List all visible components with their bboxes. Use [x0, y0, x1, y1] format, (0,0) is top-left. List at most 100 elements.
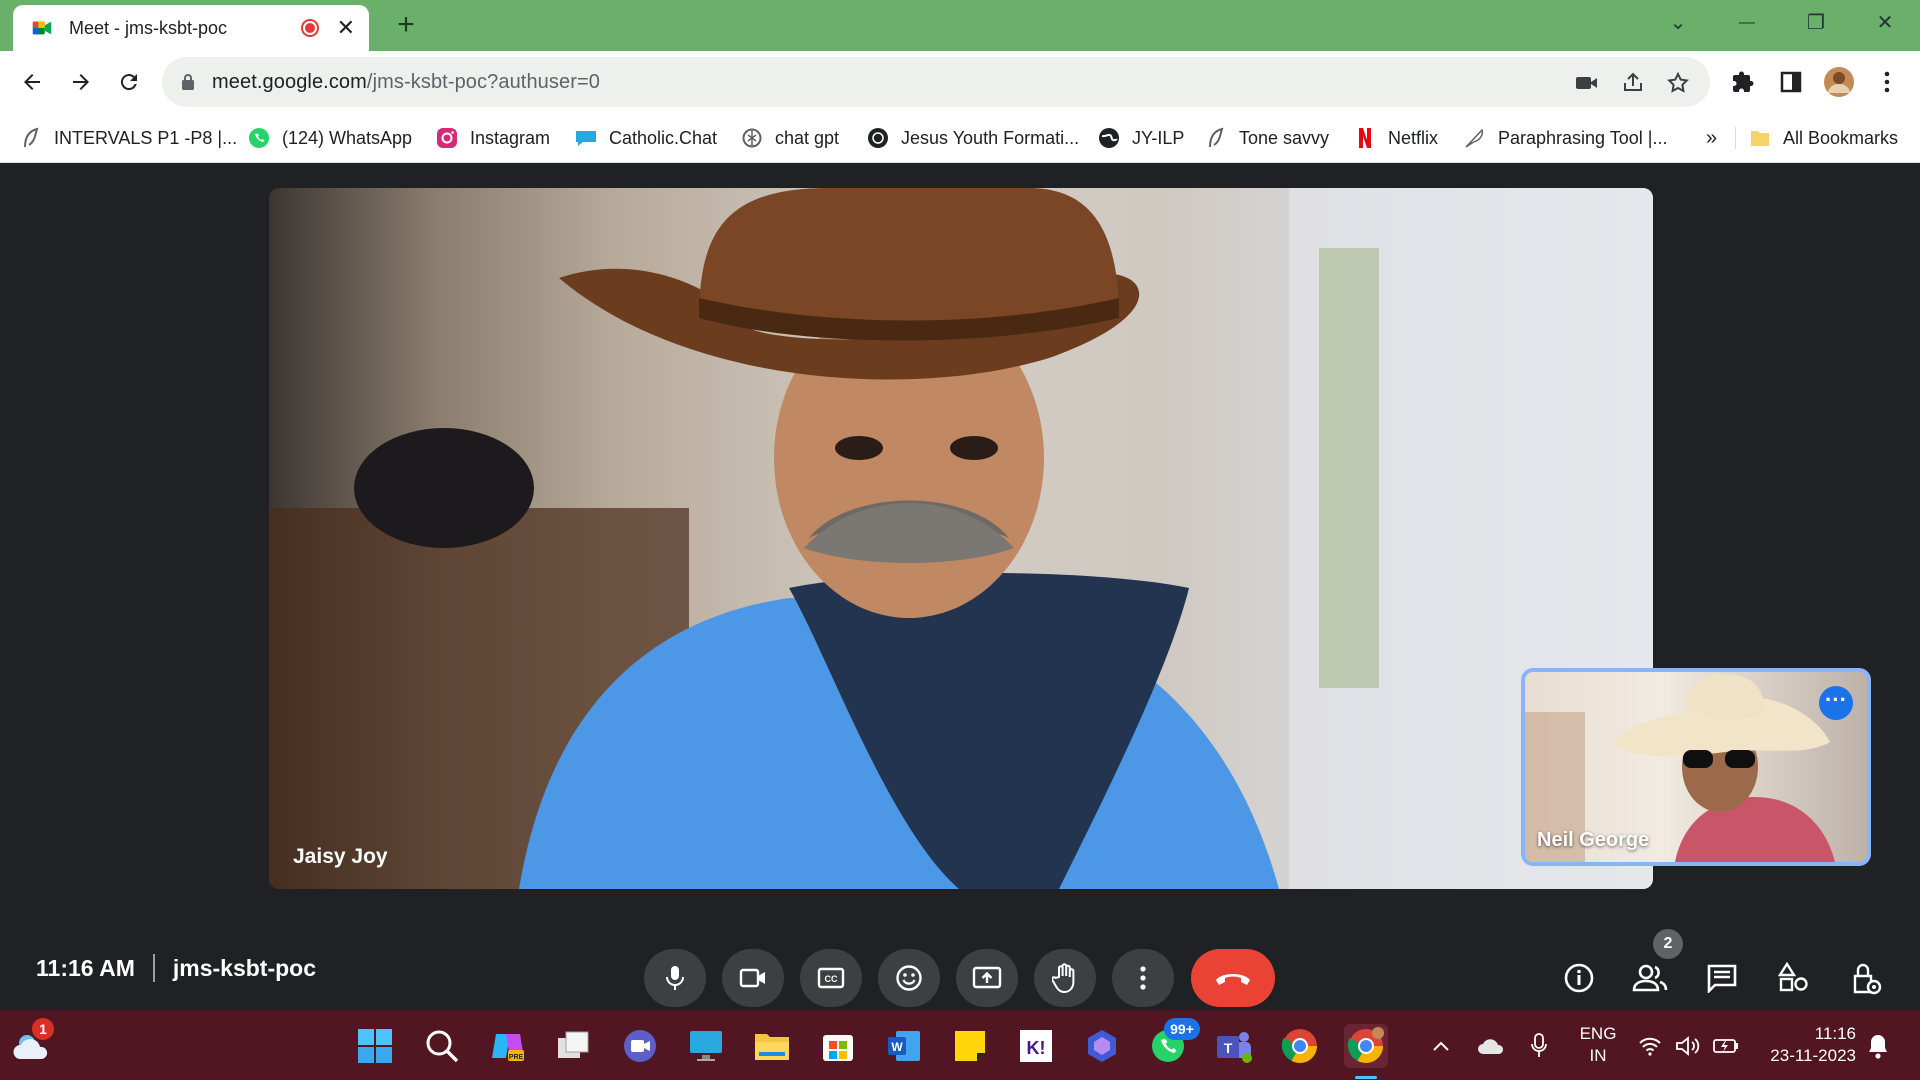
tab-close-button[interactable]: ✕ — [337, 17, 355, 39]
clock-date: 23-11-2023 — [1770, 1046, 1856, 1065]
main-video-tile[interactable]: Jaisy Joy — [269, 188, 1653, 889]
raise-hand-icon — [1052, 963, 1075, 993]
recording-icon — [300, 19, 319, 37]
chrome-profile-button[interactable] — [1278, 1024, 1322, 1068]
file-explorer-button[interactable] — [750, 1024, 794, 1068]
present-icon — [972, 966, 1002, 989]
restore-button[interactable]: ❐ — [1793, 8, 1839, 38]
bookmark-jy-ilp[interactable]: JY-ILP — [1098, 123, 1184, 153]
side-panel-button[interactable] — [1771, 62, 1811, 102]
new-tab-button[interactable]: + — [390, 9, 422, 41]
chat-button[interactable] — [1699, 955, 1745, 1001]
chrome-menu-button[interactable] — [1867, 62, 1907, 102]
present-button[interactable] — [956, 949, 1018, 1007]
reactions-button[interactable] — [878, 949, 940, 1007]
bookmark-instagram[interactable]: Instagram — [436, 123, 550, 153]
bookmarks-divider — [1735, 127, 1736, 149]
self-view-tile[interactable]: ··· Neil George — [1521, 668, 1871, 866]
bookmark-star-icon[interactable] — [1665, 70, 1691, 96]
meet-stage: Jaisy Joy ··· Neil George 11:16 AM jms-k… — [0, 163, 1920, 1010]
info-icon — [1564, 963, 1594, 993]
kahoot-button[interactable]: K! — [1014, 1024, 1058, 1068]
people-button[interactable] — [1627, 955, 1673, 1001]
activities-button[interactable] — [1771, 955, 1817, 1001]
show-hidden-icons-button[interactable] — [1420, 1024, 1462, 1068]
jesus-youth-icon — [867, 127, 889, 149]
tab-meet[interactable]: Meet - jms-ksbt-poc ✕ — [13, 5, 369, 51]
microsoft-store-button[interactable] — [816, 1024, 860, 1068]
more-options-icon[interactable]: ··· — [1819, 686, 1853, 720]
camera-permission-icon[interactable] — [1574, 70, 1600, 96]
emoji-icon — [896, 965, 922, 991]
start-button[interactable] — [353, 1024, 397, 1068]
bookmark-netflix[interactable]: Netflix — [1354, 123, 1438, 153]
url-path: /jms-ksbt-poc?authuser=0 — [366, 71, 600, 93]
captions-button[interactable]: CC — [800, 949, 862, 1007]
teams-chat-button[interactable] — [618, 1024, 662, 1068]
phone-hangup-icon — [1216, 974, 1250, 985]
reload-button[interactable] — [109, 62, 149, 102]
meeting-details-button[interactable] — [1556, 955, 1602, 1001]
language-indicator[interactable]: ENG IN — [1572, 1023, 1624, 1067]
svg-text:PRE: PRE — [509, 1054, 524, 1061]
search-icon — [426, 1030, 459, 1063]
bookmark-chat-gpt[interactable]: chat gpt — [741, 123, 839, 153]
bookmark-paraphrasing-tool[interactable]: Paraphrasing Tool |... — [1464, 123, 1667, 153]
teams-button[interactable]: T — [1212, 1024, 1256, 1068]
volume-button[interactable] — [1668, 1024, 1708, 1068]
chrome-active-button[interactable] — [1344, 1024, 1388, 1068]
more-options-button[interactable] — [1112, 949, 1174, 1007]
forward-button[interactable] — [61, 62, 101, 102]
tab-search-button[interactable]: ⌄ — [1655, 8, 1701, 38]
word-icon: W — [888, 1031, 920, 1061]
profile-avatar[interactable] — [1819, 62, 1859, 102]
whatsapp-icon — [248, 127, 270, 149]
copilot-app-button[interactable] — [1080, 1024, 1124, 1068]
bookmark-tone-savvy[interactable]: Tone savvy — [1205, 123, 1329, 153]
store-icon — [823, 1035, 853, 1061]
back-button[interactable] — [12, 62, 52, 102]
wifi-button[interactable] — [1630, 1024, 1670, 1068]
language-code: ENG — [1579, 1024, 1617, 1043]
system-clock[interactable]: 11:16 23-11-2023 — [1756, 1023, 1856, 1067]
microphone-button[interactable] — [644, 949, 706, 1007]
extensions-button[interactable] — [1723, 62, 1763, 102]
task-view-button[interactable] — [552, 1024, 596, 1068]
camera-button[interactable] — [722, 949, 784, 1007]
bookmark-catholic-chat[interactable]: Catholic.Chat — [575, 123, 717, 153]
kebab-menu-icon — [1884, 71, 1890, 93]
onedrive-cloud-icon — [1478, 1039, 1504, 1054]
address-bar[interactable]: meet.google.com/jms-ksbt-poc?authuser=0 — [162, 57, 1710, 107]
battery-button[interactable] — [1706, 1024, 1746, 1068]
search-button[interactable] — [420, 1024, 464, 1068]
copilot-button[interactable]: PRE — [486, 1024, 530, 1068]
self-participant-name: Neil George — [1537, 829, 1650, 851]
word-button[interactable]: W — [882, 1024, 926, 1068]
bookmarks-bar: INTERVALS P1 -P8 |... (124) WhatsApp Ins… — [0, 113, 1920, 163]
microphone-tray-button[interactable] — [1518, 1024, 1560, 1068]
svg-text:W: W — [891, 1040, 903, 1054]
raise-hand-button[interactable] — [1034, 949, 1096, 1007]
leaf-icon — [1205, 127, 1227, 149]
monitor-icon — [690, 1031, 722, 1061]
leaf-icon — [20, 127, 42, 149]
all-bookmarks-folder[interactable]: All Bookmarks — [1749, 123, 1898, 153]
bookmarks-overflow-button[interactable]: » — [1706, 123, 1717, 153]
leave-call-button[interactable] — [1191, 949, 1275, 1007]
sticky-notes-button[interactable] — [948, 1024, 992, 1068]
host-controls-icon — [1853, 963, 1882, 995]
bookmark-label: Jesus Youth Formati... — [901, 127, 1080, 148]
close-window-button[interactable]: ✕ — [1862, 8, 1908, 38]
bookmark-jesus-youth[interactable]: Jesus Youth Formati... — [867, 123, 1079, 153]
notifications-button[interactable] — [1858, 1024, 1898, 1068]
catholic-chat-icon — [575, 127, 597, 149]
onedrive-button[interactable] — [1470, 1024, 1512, 1068]
bookmark-intervals[interactable]: INTERVALS P1 -P8 |... — [20, 123, 237, 153]
share-icon[interactable] — [1620, 70, 1646, 96]
bookmark-whatsapp[interactable]: (124) WhatsApp — [248, 123, 412, 153]
desktop-app-button[interactable] — [684, 1024, 728, 1068]
meeting-time: 11:16 AM — [36, 954, 135, 981]
bookmark-label: Catholic.Chat — [609, 127, 718, 148]
minimize-button[interactable]: — — [1724, 8, 1770, 38]
host-controls-button[interactable] — [1843, 955, 1889, 1001]
